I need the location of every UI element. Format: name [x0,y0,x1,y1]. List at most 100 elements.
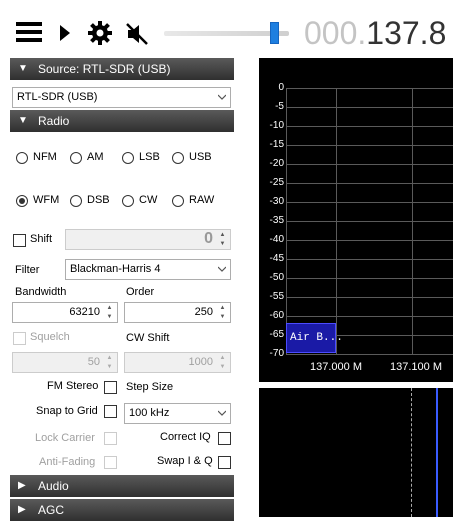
radio-button[interactable] [70,195,82,207]
radio-button[interactable] [172,152,184,164]
toolbar: 000.137.8 [0,0,453,58]
filter-value: Blackman-Harris 4 [70,263,161,275]
squelch-spinbox[interactable]: 50 ▲ ▼ [12,352,118,373]
spin-up-icon[interactable]: ▲ [217,231,228,240]
mode-radio-am[interactable]: AM [70,151,120,165]
grid-line-horizontal [286,221,453,222]
spin-up-icon[interactable]: ▲ [217,304,228,313]
mode-label: NFM [33,151,57,163]
y-tick-label: -5 [275,101,284,112]
spectrum-panel[interactable]: 0 -5 -10 -15 -20 -25 -30 -35 -40 -45 -50 -55 -60 -65 -… [259,58,453,382]
radio-button[interactable] [122,152,134,164]
x-tick-label: 137.000 M [310,361,362,373]
gear-icon[interactable] [88,21,112,45]
grid-line-horizontal [286,145,453,146]
play-icon[interactable] [58,24,72,42]
waterfall-panel[interactable] [259,388,453,517]
fm-stereo-checkbox[interactable] [104,381,117,394]
mode-radio-cw[interactable]: CW [122,194,172,208]
source-section-header[interactable]: ▼ Source: RTL-SDR (USB) [10,58,234,80]
spin-up-icon[interactable]: ▲ [104,304,115,313]
radio-button[interactable] [70,152,82,164]
spin-down-icon[interactable]: ▼ [217,240,228,249]
chevron-down-icon [218,266,226,272]
frequency-leading-digits[interactable]: 000. [304,15,366,51]
grid-line-horizontal [286,278,453,279]
spin-up-icon[interactable]: ▲ [217,354,228,363]
y-tick-label: -55 [269,291,284,302]
grid-line-horizontal [286,297,453,298]
audio-section-header[interactable]: ▶ Audio [10,475,234,497]
spin-down-icon[interactable]: ▼ [104,363,115,372]
lock-carrier-checkbox[interactable] [104,432,117,445]
spin-up-icon[interactable]: ▲ [104,354,115,363]
step-size-select[interactable]: 100 kHz [124,403,231,424]
snap-to-grid-checkbox[interactable] [104,405,117,418]
grid-line-horizontal [286,107,453,108]
mode-label: DSB [87,194,110,206]
agc-section-header[interactable]: ▶ AGC [10,499,234,521]
chevron-down-icon [218,410,226,416]
y-tick-label: -40 [269,234,284,245]
bandwidth-value: 63210 [69,306,100,318]
squelch-checkbox[interactable] [13,332,26,345]
frequency-digits[interactable]: 137.8 [366,15,446,51]
spin-down-icon[interactable]: ▼ [217,313,228,322]
mode-radio-dsb[interactable]: DSB [70,194,120,208]
radio-section-header[interactable]: ▼ Radio [10,110,234,132]
filter-select[interactable]: Blackman-Harris 4 [65,259,231,280]
mode-radio-lsb[interactable]: LSB [122,151,172,165]
swap-iq-label: Swap I & Q [157,455,213,467]
snap-to-grid-label: Snap to Grid [36,405,98,417]
step-size-value: 100 kHz [129,407,170,419]
mode-radio-usb[interactable]: USB [172,151,222,165]
mode-radio-raw[interactable]: RAW [172,194,222,208]
y-tick-label: -45 [269,253,284,264]
spin-down-icon[interactable]: ▼ [217,363,228,372]
expand-arrow-icon: ▶ [18,504,26,515]
correct-iq-checkbox[interactable] [218,432,231,445]
fm-stereo-label: FM Stereo [47,380,99,392]
shift-label: Shift [30,233,53,245]
radio-button[interactable] [172,195,184,207]
grid-line-horizontal [286,259,453,260]
anti-fading-label: Anti-Fading [39,456,96,468]
order-spinbox[interactable]: 250 ▲ ▼ [124,302,231,323]
volume-slider-thumb[interactable] [270,22,279,44]
y-tick-label: -15 [269,139,284,150]
grid-line-vertical [286,88,287,354]
y-tick-label: -35 [269,215,284,226]
collapse-arrow-icon: ▼ [18,115,28,126]
anti-fading-checkbox[interactable] [104,456,117,469]
order-label: Order [126,286,155,298]
mode-radio-wfm[interactable]: WFM [16,194,66,208]
radio-button[interactable] [122,195,134,207]
lock-carrier-label: Lock Carrier [35,432,95,444]
grid-line-horizontal [286,126,453,127]
frequency-display[interactable]: 000.137.8 [304,13,446,53]
mode-radio-nfm[interactable]: NFM [16,151,66,165]
source-header-label: Source: RTL-SDR (USB) [38,62,171,76]
bandwidth-spinbox[interactable]: 63210 ▲ ▼ [12,302,118,323]
cw-shift-label: CW Shift [126,332,170,344]
grid-line-horizontal [286,164,453,165]
speaker-muted-icon[interactable] [124,21,150,47]
shift-spinbox[interactable]: 0 ▲ ▼ [65,229,231,250]
step-size-label: Step Size [126,381,174,393]
radio-button-selected[interactable] [16,195,28,207]
cw-shift-spinbox[interactable]: 1000 ▲ ▼ [124,352,231,373]
swap-iq-checkbox[interactable] [218,456,231,469]
collapse-arrow-icon: ▼ [18,63,28,74]
grid-line-horizontal [286,183,453,184]
hamburger-menu-icon[interactable] [16,22,42,44]
source-device-select[interactable]: RTL-SDR (USB) [12,87,231,108]
volume-slider[interactable] [164,22,294,46]
grid-line-horizontal [286,240,453,241]
shift-checkbox[interactable] [13,234,26,247]
grid-line-vertical [412,88,413,354]
spin-down-icon[interactable]: ▼ [104,313,115,322]
waterfall-cursor[interactable] [436,388,438,517]
band-plan-air[interactable]: Air B... [286,323,343,353]
agc-header-label: AGC [38,503,65,517]
radio-button[interactable] [16,152,28,164]
